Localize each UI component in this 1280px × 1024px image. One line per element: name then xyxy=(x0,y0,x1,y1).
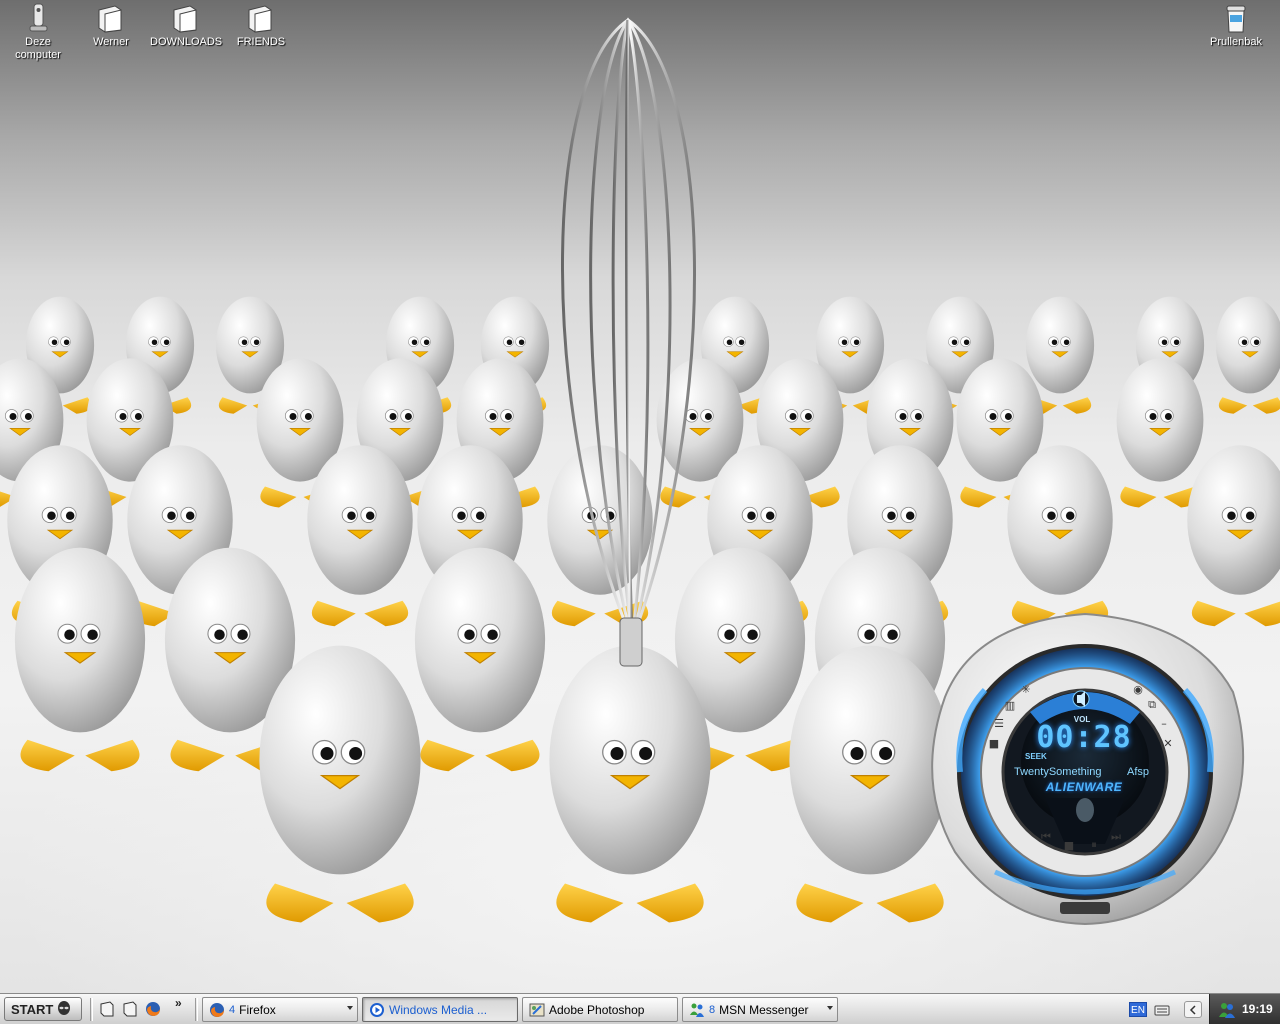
desktop-icon-friends[interactable]: FRIENDS xyxy=(225,2,297,49)
media-player-widget[interactable]: VOL 00:28 SEEK TwentySomething Afsp ALIE… xyxy=(915,602,1260,932)
taskbar-button-label: Firefox xyxy=(239,1002,276,1017)
desktop-icon-label: FRIENDS xyxy=(236,36,286,48)
taskbar-separator xyxy=(90,998,93,1021)
chevron-down-icon xyxy=(827,1006,833,1010)
previous-track-icon[interactable]: ⏮ xyxy=(1037,828,1055,846)
desktop-icon-werner[interactable]: Werner xyxy=(75,2,147,49)
my-computer-icon xyxy=(29,3,48,32)
folder-icon xyxy=(248,5,272,33)
photoshop-icon xyxy=(529,1003,545,1016)
desktop-icon-my-computer[interactable]: Deze computer xyxy=(2,2,74,62)
tray-keyboard[interactable] xyxy=(1153,1001,1171,1018)
penguin-figure xyxy=(1187,445,1280,627)
notification-area: 19:19 xyxy=(1209,994,1280,1024)
windows-media-player-icon xyxy=(370,1002,384,1017)
quick-launch-firefox[interactable] xyxy=(144,1000,162,1018)
alienware-logo-icon xyxy=(58,1001,71,1015)
elapsed-time: 00:28 xyxy=(1036,720,1132,755)
taskbar-button-photoshop[interactable]: Adobe Photoshop xyxy=(522,997,678,1022)
desktop-icon-recycle-bin[interactable]: Prullenbak xyxy=(1200,2,1272,49)
taskbar-button-label: Adobe Photoshop xyxy=(549,1002,645,1017)
restore-icon[interactable]: ⧉ xyxy=(1143,696,1161,714)
penguin-figure xyxy=(14,547,146,772)
taskbar-button-label: MSN Messenger xyxy=(719,1002,809,1017)
window-count: 4 xyxy=(229,1003,236,1016)
keyboard-icon xyxy=(1154,1005,1170,1015)
seek-label[interactable]: SEEK xyxy=(1025,752,1047,761)
penguin-figure xyxy=(1215,296,1280,414)
msn-messenger-icon xyxy=(690,1003,704,1017)
taskbar-button-firefox[interactable]: 4 Firefox xyxy=(202,997,358,1022)
brand-logo-text: ALIENWARE xyxy=(1045,780,1123,794)
firefox-icon xyxy=(210,1002,224,1017)
penguin-figure xyxy=(259,645,421,923)
equalizer-icon[interactable]: ▥ xyxy=(1001,696,1019,714)
quick-launch-folder[interactable] xyxy=(121,1000,139,1018)
quick-launch-more-button[interactable]: » xyxy=(175,996,182,1010)
desktop: Deze computer Werner DOWNLOADS FRIENDS P… xyxy=(0,0,1280,993)
pause-icon[interactable]: ⏸ xyxy=(1085,836,1103,854)
msn-messenger-tray-icon[interactable] xyxy=(1218,1001,1236,1019)
visualizer-icon[interactable]: ✳ xyxy=(1017,680,1035,698)
folder-icon xyxy=(98,5,122,33)
taskbar-button-label: Windows Media ... xyxy=(389,1002,488,1017)
penguin-figure xyxy=(307,445,413,627)
tray-expand-button[interactable] xyxy=(1184,1001,1202,1018)
track-title: TwentySomething xyxy=(1014,766,1102,778)
start-button[interactable]: START xyxy=(4,997,82,1021)
penguin-figure xyxy=(1007,445,1113,627)
window-count: 8 xyxy=(709,1003,716,1016)
minimize-icon[interactable]: – xyxy=(1155,714,1173,732)
language-indicator[interactable]: EN xyxy=(1129,1002,1147,1017)
folder-icon xyxy=(123,1001,137,1017)
desktop-icon-label: Deze computer xyxy=(15,36,61,61)
desktop-icon-label: Prullenbak xyxy=(1210,36,1262,48)
chevron-down-icon xyxy=(347,1006,353,1010)
start-label: START xyxy=(11,1001,54,1017)
taskbar-button-windows-media-player[interactable]: Windows Media ... xyxy=(362,997,518,1022)
chevron-left-icon xyxy=(1189,1004,1196,1015)
stop-icon[interactable]: ■ xyxy=(1060,836,1078,854)
penguin-figure xyxy=(414,547,546,772)
desktop-icon-label: DOWNLOADS xyxy=(150,36,223,48)
desktop-icon-label: Werner xyxy=(93,36,129,48)
playback-mode: Afsp xyxy=(1127,766,1150,778)
clock[interactable]: 19:19 xyxy=(1242,1002,1273,1016)
penguin-figure xyxy=(1116,358,1204,508)
library-icon[interactable]: ■ xyxy=(985,734,1003,752)
folder-icon xyxy=(173,5,197,33)
playlist-icon[interactable]: ☰ xyxy=(990,714,1008,732)
penguin-figure xyxy=(549,645,711,923)
close-icon[interactable]: ✕ xyxy=(1159,734,1177,752)
taskbar-button-msn-messenger[interactable]: 8 MSN Messenger xyxy=(682,997,838,1022)
next-track-icon[interactable]: ⏭ xyxy=(1107,828,1125,846)
taskbar-separator xyxy=(195,998,198,1021)
taskbar: START » 4 Firefox Windows Media ... Adob… xyxy=(0,993,1280,1024)
show-desktop-icon xyxy=(100,1001,114,1017)
recycle-bin-icon xyxy=(1226,5,1246,33)
desktop-icon-downloads[interactable]: DOWNLOADS xyxy=(150,2,222,49)
firefox-icon xyxy=(146,1002,160,1016)
quick-launch-show-desktop[interactable] xyxy=(98,1000,116,1018)
